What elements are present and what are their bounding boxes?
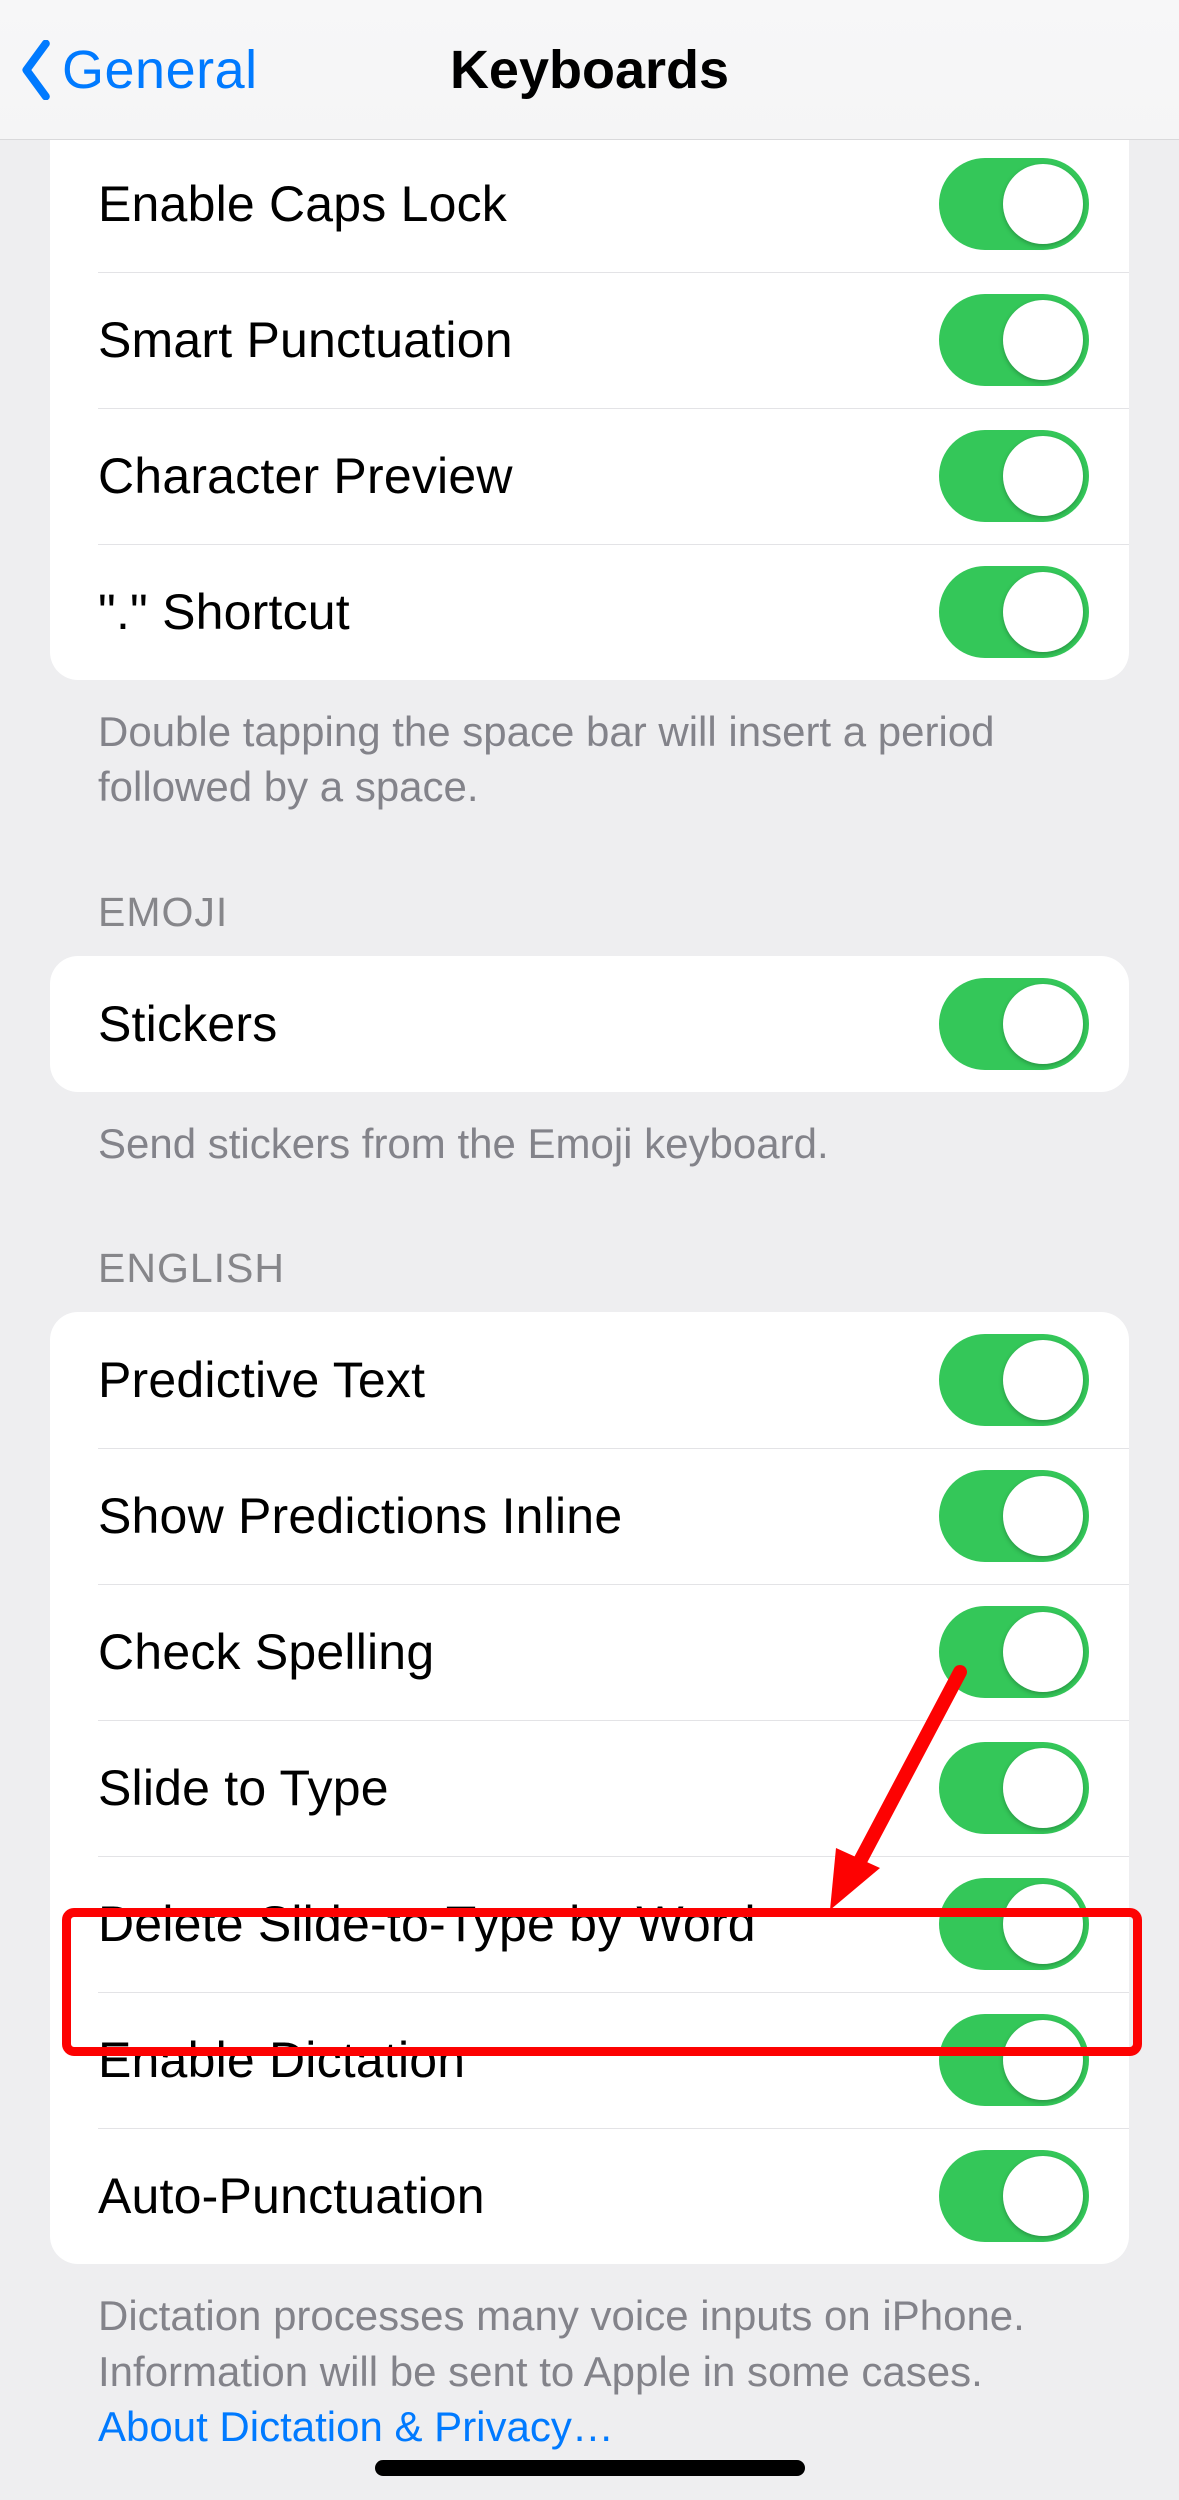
row-auto-punctuation[interactable]: Auto-Punctuation — [50, 2128, 1129, 2264]
row-label: Character Preview — [98, 447, 513, 505]
row-character-preview[interactable]: Character Preview — [50, 408, 1129, 544]
group-footer-dictation: Dictation processes many voice inputs on… — [50, 2264, 1129, 2454]
toggle-smart-punctuation[interactable] — [939, 294, 1089, 386]
toggle-enable-caps-lock[interactable] — [939, 158, 1089, 250]
footer-text: Dictation processes many voice inputs on… — [98, 2292, 1025, 2394]
home-indicator[interactable] — [375, 2460, 805, 2476]
section-header-emoji: EMOJI — [50, 815, 1129, 956]
toggle-auto-punctuation[interactable] — [939, 2150, 1089, 2242]
row-label: Smart Punctuation — [98, 311, 513, 369]
toggle-character-preview[interactable] — [939, 430, 1089, 522]
group-footer: Send stickers from the Emoji keyboard. — [50, 1092, 1129, 1171]
toggle-show-predictions-inline[interactable] — [939, 1470, 1089, 1562]
row-label: Stickers — [98, 995, 277, 1053]
toggle-predictive-text[interactable] — [939, 1334, 1089, 1426]
navbar: General Keyboards — [0, 0, 1179, 140]
row-label: "." Shortcut — [98, 583, 350, 641]
row-label: Enable Dictation — [98, 2031, 465, 2089]
row-label: Check Spelling — [98, 1623, 434, 1681]
row-delete-slide-to-type-by-word[interactable]: Delete Slide-to-Type by Word — [50, 1856, 1129, 1992]
chevron-left-icon — [18, 40, 56, 100]
row-predictive-text[interactable]: Predictive Text — [50, 1312, 1129, 1448]
settings-group-general: Enable Caps Lock Smart Punctuation Chara… — [50, 140, 1129, 680]
row-label: Enable Caps Lock — [98, 175, 507, 233]
settings-group-english: Predictive Text Show Predictions Inline … — [50, 1312, 1129, 2264]
toggle-stickers[interactable] — [939, 978, 1089, 1070]
row-stickers[interactable]: Stickers — [50, 956, 1129, 1092]
row-enable-caps-lock[interactable]: Enable Caps Lock — [50, 140, 1129, 272]
toggle-period-shortcut[interactable] — [939, 566, 1089, 658]
row-label: Auto-Punctuation — [98, 2167, 485, 2225]
row-label: Slide to Type — [98, 1759, 389, 1817]
settings-content: Enable Caps Lock Smart Punctuation Chara… — [0, 140, 1179, 2500]
back-button[interactable]: General — [18, 0, 258, 139]
group-footer: Double tapping the space bar will insert… — [50, 680, 1129, 815]
row-slide-to-type[interactable]: Slide to Type — [50, 1720, 1129, 1856]
row-period-shortcut[interactable]: "." Shortcut — [50, 544, 1129, 680]
settings-group-emoji: Stickers — [50, 956, 1129, 1092]
row-label: Predictive Text — [98, 1351, 425, 1409]
about-dictation-privacy-link[interactable]: About Dictation & Privacy… — [98, 2403, 614, 2450]
row-enable-dictation[interactable]: Enable Dictation — [50, 1992, 1129, 2128]
row-label: Show Predictions Inline — [98, 1487, 622, 1545]
toggle-enable-dictation[interactable] — [939, 2014, 1089, 2106]
row-check-spelling[interactable]: Check Spelling — [50, 1584, 1129, 1720]
row-show-predictions-inline[interactable]: Show Predictions Inline — [50, 1448, 1129, 1584]
section-header-english: ENGLISH — [50, 1171, 1129, 1312]
back-label: General — [62, 39, 258, 101]
row-smart-punctuation[interactable]: Smart Punctuation — [50, 272, 1129, 408]
toggle-delete-slide-to-type-by-word[interactable] — [939, 1878, 1089, 1970]
row-label: Delete Slide-to-Type by Word — [98, 1895, 756, 1953]
toggle-slide-to-type[interactable] — [939, 1742, 1089, 1834]
toggle-check-spelling[interactable] — [939, 1606, 1089, 1698]
